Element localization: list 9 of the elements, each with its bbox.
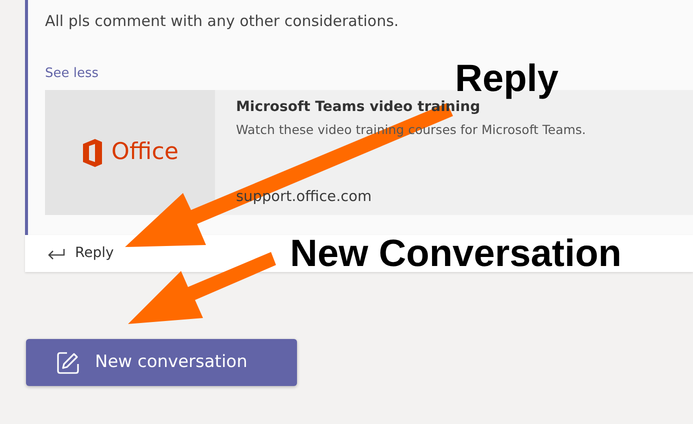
reply-button[interactable]: Reply — [75, 243, 114, 264]
message-text: All pls comment with any other considerations. — [45, 11, 400, 32]
office-logo-text: Office — [111, 138, 179, 168]
reply-icon — [47, 248, 65, 260]
office-logo-icon — [81, 138, 104, 168]
see-less-link[interactable]: See less — [45, 64, 99, 84]
new-conversation-button[interactable]: New conversation — [26, 339, 297, 386]
annotation-label: New Conversation — [290, 235, 622, 273]
compose-icon — [56, 350, 80, 374]
